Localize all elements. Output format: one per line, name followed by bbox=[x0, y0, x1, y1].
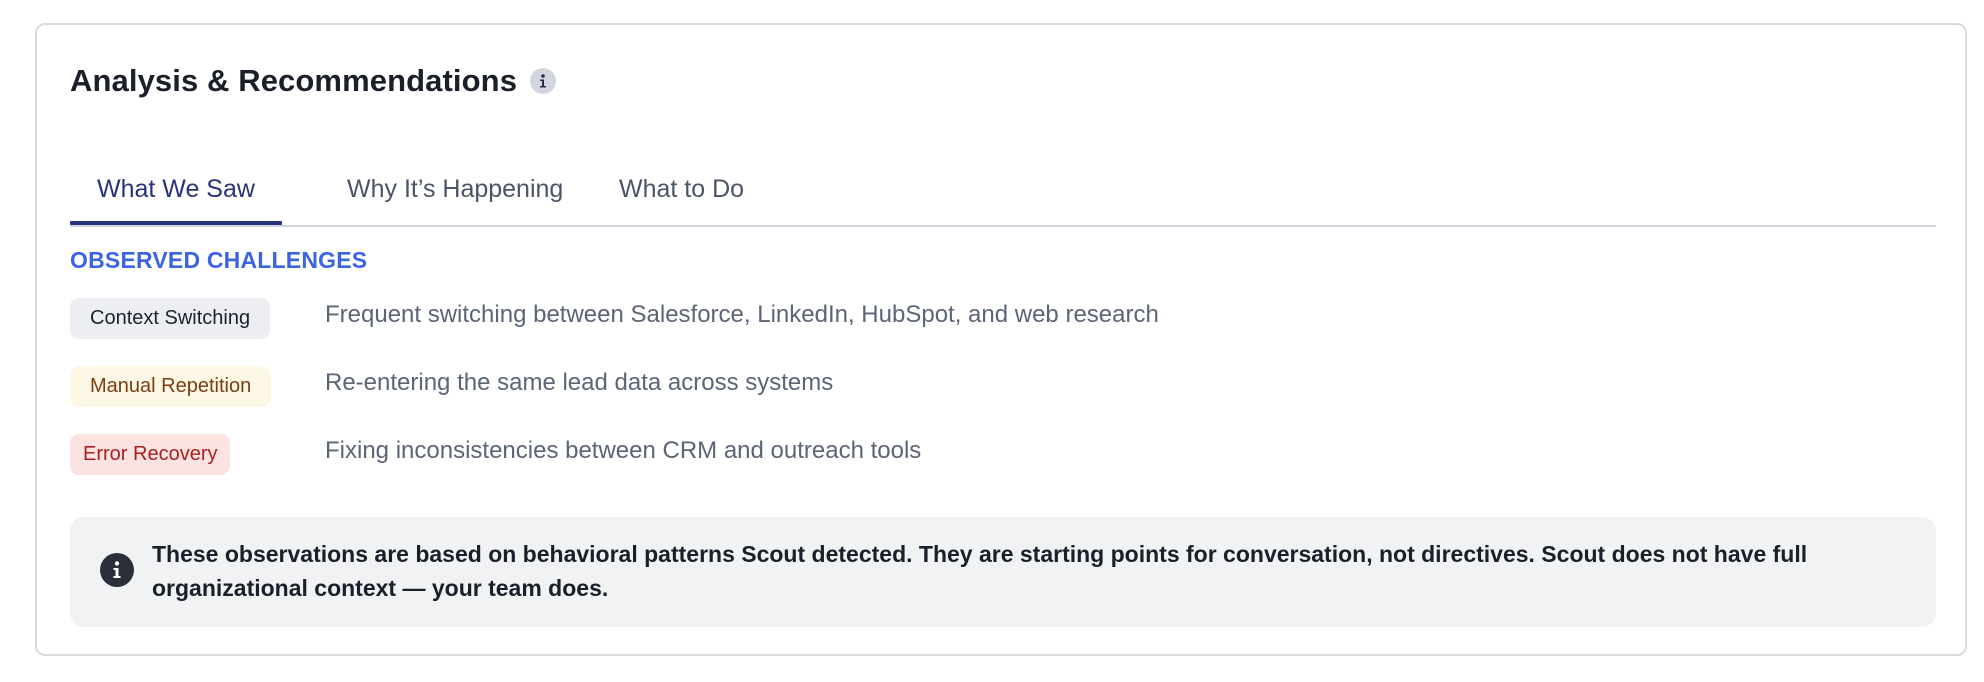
challenge-description: Fixing inconsistencies between CRM and o… bbox=[325, 437, 922, 464]
active-tab-indicator bbox=[70, 221, 282, 225]
challenge-badge: Context Switching bbox=[70, 298, 271, 339]
challenge-description: Re-entering the same lead data across sy… bbox=[325, 369, 834, 396]
panel-header: Analysis & Recommendations bbox=[70, 63, 557, 99]
tab-why-its-happening[interactable]: Why It’s Happening bbox=[347, 175, 563, 204]
tab-bar: What We Saw Why It’s Happening What to D… bbox=[70, 153, 1936, 227]
challenge-badge: Manual Repetition bbox=[70, 366, 272, 407]
analysis-card: Analysis & Recommendations What We Saw W… bbox=[35, 23, 1967, 656]
info-icon bbox=[100, 553, 134, 587]
tab-what-to-do[interactable]: What to Do bbox=[619, 175, 744, 204]
info-icon[interactable] bbox=[530, 68, 557, 94]
disclaimer-text: These observations are based on behavior… bbox=[152, 541, 1808, 601]
tab-what-we-saw[interactable]: What We Saw bbox=[97, 175, 255, 204]
observed-challenges-heading: OBSERVED CHALLENGES bbox=[70, 247, 368, 273]
panel-title: Analysis & Recommendations bbox=[70, 63, 518, 98]
challenge-badge: Error Recovery bbox=[70, 434, 231, 475]
challenge-description: Frequent switching between Salesforce, L… bbox=[325, 301, 1159, 328]
disclaimer-note: These observations are based on behavior… bbox=[70, 517, 1936, 627]
